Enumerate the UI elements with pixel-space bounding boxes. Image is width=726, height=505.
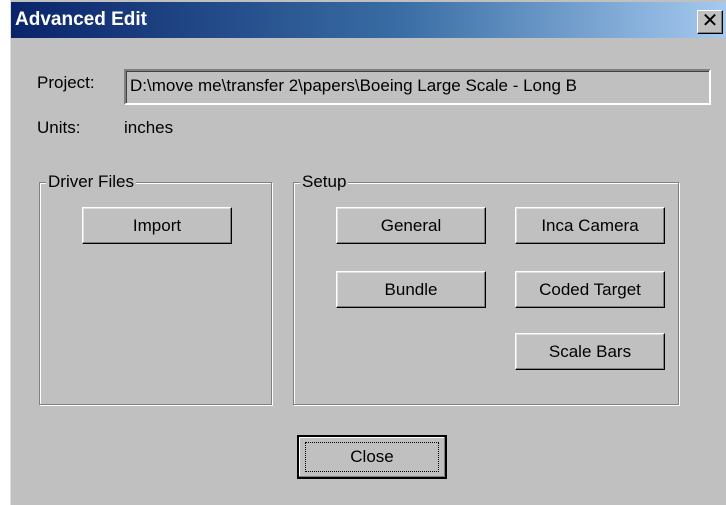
setup-legend: Setup	[300, 172, 349, 192]
units-label: Units:	[37, 118, 81, 137]
title-bar[interactable]: Advanced Edit ✕	[11, 2, 726, 38]
close-button-label: Close	[350, 447, 394, 466]
title-close-button[interactable]: ✕	[697, 10, 723, 34]
window-title: Advanced Edit	[15, 9, 147, 30]
project-label: Project:	[37, 73, 95, 92]
project-path-value: D:\move me\transfer 2\papers\Boeing Larg…	[130, 76, 577, 95]
coded-target-button[interactable]: Coded Target	[515, 271, 665, 308]
driver-files-legend: Driver Files	[46, 172, 136, 192]
advanced-edit-dialog: Advanced Edit ✕ Project: D:\move me\tran…	[10, 0, 726, 505]
units-value: inches	[124, 118, 174, 137]
bundle-button[interactable]: Bundle	[336, 271, 486, 308]
driver-files-group: Driver Files Import	[39, 172, 272, 405]
general-button[interactable]: General	[336, 207, 486, 244]
close-button[interactable]: Close	[297, 435, 447, 479]
inca-camera-button[interactable]: Inca Camera	[515, 207, 665, 244]
import-button[interactable]: Import	[82, 207, 232, 244]
close-icon: ✕	[701, 10, 719, 32]
scale-bars-button[interactable]: Scale Bars	[515, 333, 665, 370]
setup-group: Setup General Inca Camera Bundle Coded T…	[293, 172, 679, 405]
project-path-field[interactable]: D:\move me\transfer 2\papers\Boeing Larg…	[124, 69, 711, 105]
